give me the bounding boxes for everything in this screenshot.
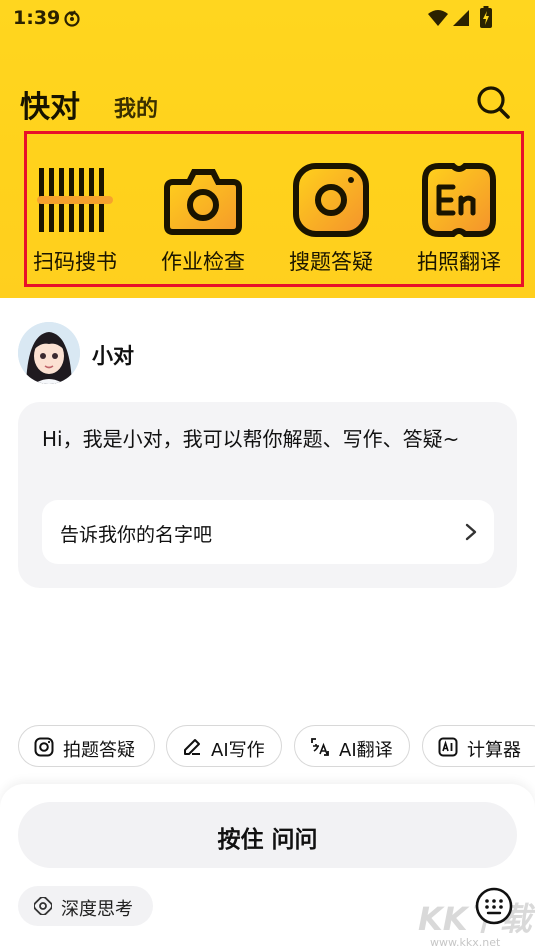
search-icon[interactable]: [474, 83, 512, 121]
greeting-bubble: Hi，我是小对，我可以帮你解题、写作、答疑~ 告诉我你的名字吧: [18, 402, 517, 588]
tool-label: 拍照翻译: [417, 250, 501, 274]
ai-calculator-icon: [438, 737, 458, 757]
chevron-right-icon: [465, 523, 477, 541]
chip-ai-translate[interactable]: AI翻译: [294, 725, 410, 767]
deep-think-label: 深度思考: [61, 899, 133, 920]
tab-kuaidui[interactable]: 快对: [20, 82, 80, 126]
tool-label: 作业检查: [161, 250, 245, 274]
pen-icon: [184, 739, 200, 755]
tools-row: 扫码搜书 作业检查 搜题答疑 拍照翻译: [24, 131, 524, 287]
hold-to-talk-label: 按住 问问: [217, 827, 318, 853]
deep-think-toggle[interactable]: 深度思考: [18, 886, 153, 926]
tool-label: 扫码搜书: [33, 250, 117, 274]
wifi-icon: [428, 10, 448, 26]
deep-think-icon: [34, 897, 52, 915]
avatar-image: [18, 322, 80, 384]
app-notification-icon: [64, 10, 80, 27]
chip-label: AI写作: [211, 740, 265, 761]
barcode-icon: [37, 168, 113, 232]
chip-label: AI翻译: [339, 740, 393, 761]
assistant-name: 小对: [92, 344, 134, 368]
chip-label: 计算器: [467, 740, 521, 761]
camera-small-icon: [34, 737, 54, 757]
chip-ai-writing[interactable]: AI写作: [166, 725, 282, 767]
tool-label: 搜题答疑: [289, 250, 373, 274]
keyboard-icon[interactable]: [474, 886, 514, 926]
status-time: 1:39: [13, 7, 61, 29]
signal-icon: [453, 10, 469, 26]
chip-photo-question[interactable]: 拍题答疑: [18, 725, 155, 767]
camera-icon: [164, 169, 242, 235]
assistant-avatar: [18, 322, 80, 384]
lens-icon: [293, 163, 369, 237]
watermark-url: www.kkx.net: [430, 936, 501, 949]
greeting-text: Hi，我是小对，我可以帮你解题、写作、答疑~: [42, 427, 460, 451]
hold-to-talk-button[interactable]: 按住 问问: [18, 802, 517, 868]
suggestion-text: 告诉我你的名字吧: [60, 524, 213, 546]
tab-mine[interactable]: 我的: [114, 91, 158, 123]
chip-calculator[interactable]: 计算器: [422, 725, 535, 767]
battery-icon: [480, 6, 492, 28]
status-bar: 1:39: [0, 0, 535, 38]
translate-icon: [311, 738, 329, 756]
quick-actions: 拍题答疑 AI写作 AI翻译 计算器: [18, 725, 535, 767]
suggestion-card[interactable]: 告诉我你的名字吧: [42, 500, 494, 564]
bottom-bar: 按住 问问 深度思考 KK下载 www.kkx.net: [0, 784, 535, 951]
chip-label: 拍题答疑: [63, 740, 135, 761]
translate-en-icon: [422, 163, 496, 237]
